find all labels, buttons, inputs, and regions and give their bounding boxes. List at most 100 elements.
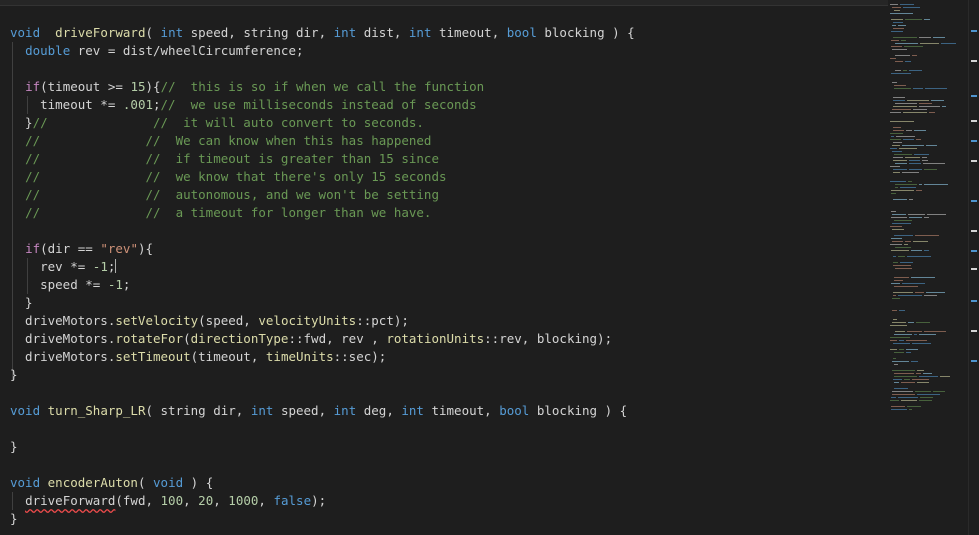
code-line[interactable]: timeout *= .001;// we use milliseconds i… xyxy=(10,96,635,114)
code-token: ( string dir, xyxy=(145,403,251,418)
number-token: .001 xyxy=(122,97,153,112)
code-line[interactable]: void driveForward( int speed, string dir… xyxy=(10,24,635,42)
minimap-line xyxy=(890,181,906,182)
code-line[interactable]: speed *= -1; xyxy=(10,276,635,294)
minimap-line xyxy=(892,361,909,362)
minimap-line xyxy=(904,46,923,47)
minimap-line xyxy=(915,235,939,236)
scrollbar-marker xyxy=(971,95,977,97)
minimap-line xyxy=(892,223,911,224)
vertical-scrollbar[interactable] xyxy=(968,0,979,535)
minimap-line xyxy=(894,235,913,236)
code-line[interactable]: }// // it will auto convert to seconds. xyxy=(10,114,635,132)
minimap-line xyxy=(926,292,945,293)
code-line[interactable] xyxy=(10,60,635,78)
code-line[interactable]: void encoderAuton( void ) { xyxy=(10,474,635,492)
minimap-line xyxy=(911,277,935,278)
minimap-line xyxy=(914,154,929,155)
code-token: , xyxy=(258,493,274,508)
code-line[interactable]: // // We can know when this has happened xyxy=(10,132,635,150)
minimap-line xyxy=(912,343,931,344)
code-token: ::fwd, rev , xyxy=(288,331,387,346)
code-line[interactable]: // // a timeout for longer than we have. xyxy=(10,204,635,222)
code-line[interactable]: if(dir == "rev"){ xyxy=(10,240,635,258)
comment-token: // // a timeout for longer than we have. xyxy=(25,205,432,220)
minimap-line xyxy=(893,358,896,359)
minimap-line xyxy=(913,241,928,242)
minimap-line xyxy=(909,160,920,161)
keyword-token: bool xyxy=(506,25,537,40)
minimap-line xyxy=(890,226,902,227)
minimap-line xyxy=(906,130,912,131)
code-line[interactable]: } xyxy=(10,510,635,528)
code-line[interactable]: double rev = dist/wheelCircumference; xyxy=(10,42,635,60)
minimap-line xyxy=(898,397,918,398)
minimap-line xyxy=(940,376,950,377)
code-line[interactable]: if(timeout >= 15){// this is so if when … xyxy=(10,78,635,96)
minimap-line xyxy=(922,160,928,161)
scrollbar-marker xyxy=(971,360,977,362)
scrollbar-marker xyxy=(971,300,977,302)
minimap-line xyxy=(923,373,932,374)
code-line[interactable]: // // if timeout is greater than 15 sinc… xyxy=(10,150,635,168)
code-line[interactable] xyxy=(10,420,635,438)
code-token: } xyxy=(10,295,33,310)
minimap-line xyxy=(899,349,904,350)
code-editor[interactable]: void driveForward( int speed, string dir… xyxy=(0,0,979,535)
minimap-line xyxy=(892,109,911,110)
comment-token: // this is so if when we call the functi… xyxy=(160,79,485,94)
minimap-line xyxy=(893,292,913,293)
minimap-line xyxy=(890,337,910,338)
minimap-line xyxy=(894,280,903,281)
code-line[interactable]: driveMotors.setTimeout(timeout, timeUnit… xyxy=(10,348,635,366)
code-line[interactable]: void turn_Sharp_LR( string dir, int spee… xyxy=(10,402,635,420)
minimap-line xyxy=(892,394,915,395)
keyword-token: void xyxy=(10,475,41,490)
comment-token: // we use milliseconds instead of second… xyxy=(160,97,477,112)
code-token: ); xyxy=(311,493,327,508)
minimap-line xyxy=(919,400,932,401)
code-line[interactable]: driveMotors.rotateFor(directionType::fwd… xyxy=(10,330,635,348)
code-token: (timeout, xyxy=(190,349,266,364)
minimap-line xyxy=(898,256,905,257)
keyword-token: void xyxy=(153,475,184,490)
comment-token: // // autonomous, and we won't be settin… xyxy=(25,187,439,202)
code-token: dist, xyxy=(356,25,409,40)
minimap-line xyxy=(933,37,945,38)
editor-top-border xyxy=(0,0,979,6)
code-line[interactable] xyxy=(10,384,635,402)
code-line[interactable]: } xyxy=(10,294,635,312)
control-keyword-token: if xyxy=(25,241,41,256)
minimap-line xyxy=(924,295,937,296)
minimap-line xyxy=(919,184,922,185)
minimap-line xyxy=(900,187,916,188)
scrollbar-marker xyxy=(971,30,977,32)
code-text-area[interactable]: void driveForward( int speed, string dir… xyxy=(10,24,635,528)
minimap-line xyxy=(909,199,913,200)
code-line[interactable]: } xyxy=(10,366,635,384)
minimap-line xyxy=(896,136,915,137)
keyword-token: int xyxy=(333,25,357,40)
minimap-line xyxy=(890,400,899,401)
minimap-line xyxy=(890,13,913,14)
minimap-line xyxy=(914,334,917,335)
minimap-line xyxy=(916,190,922,191)
minimap-line xyxy=(924,169,937,170)
code-line[interactable]: rev *= -1; xyxy=(10,258,635,276)
minimap-line xyxy=(893,106,917,107)
code-line[interactable]: // // autonomous, and we won't be settin… xyxy=(10,186,635,204)
code-line[interactable]: driveForward(fwd, 100, 20, 1000, false); xyxy=(10,492,635,510)
code-line[interactable]: driveMotors.setVelocity(speed, velocityU… xyxy=(10,312,635,330)
control-keyword-token: if xyxy=(25,79,41,94)
code-line[interactable] xyxy=(10,456,635,474)
code-token: rev *= xyxy=(10,259,93,274)
minimap[interactable] xyxy=(888,0,968,535)
code-line[interactable]: } xyxy=(10,438,635,456)
code-line[interactable]: // // we know that there's only 15 secon… xyxy=(10,168,635,186)
code-line[interactable] xyxy=(10,222,635,240)
minimap-line xyxy=(909,70,922,71)
